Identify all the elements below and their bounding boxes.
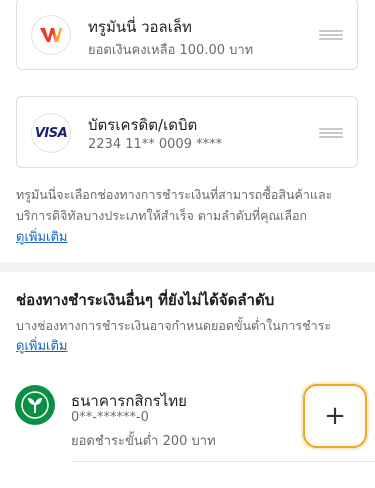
section-title: ช่องทางชำระเงินอื่นๆ ที่ยังไม่ได้จัดลำดั… bbox=[16, 291, 275, 309]
credit-card-title: บัตรเครดิต/เดบิต bbox=[88, 116, 198, 134]
section-description: บางช่องทางการชำระเงินอาจกำหนดยอดขั้นต่ำใ… bbox=[16, 318, 332, 333]
bank-min-payment: ยอดชำระขั้นต่ำ 200 บาท bbox=[71, 434, 216, 449]
section-divider bbox=[0, 262, 375, 272]
wallet-payment-card[interactable]: ทรูมันนี่ วอลเล็ท ยอดเงินคงเหลือ 100.00 … bbox=[16, 0, 358, 70]
kbank-leaf-icon bbox=[21, 391, 49, 419]
wallet-balance: ยอดเงินคงเหลือ 100.00 บาท bbox=[88, 43, 254, 58]
divider bbox=[71, 461, 375, 462]
see-more-link[interactable]: ดูเพิ่มเติม bbox=[16, 335, 67, 356]
see-more-link[interactable]: ดูเพิ่มเติม bbox=[16, 226, 67, 247]
visa-logo: VISA bbox=[31, 113, 71, 153]
plus-icon: + bbox=[307, 388, 363, 444]
visa-logo-text: VISA bbox=[34, 125, 68, 141]
add-payment-button[interactable]: + bbox=[303, 384, 367, 448]
credit-card-number: 2234 11** 0009 **** bbox=[88, 137, 223, 152]
drag-handle-icon[interactable] bbox=[319, 128, 343, 138]
truemoney-logo-icon bbox=[40, 28, 62, 42]
payment-order-info: ทรูมันนี่จะเลือกช่องทางการชำระเงินที่สาม… bbox=[16, 187, 333, 223]
bank-account-number: 0**-******-0 bbox=[71, 410, 149, 425]
credit-card-payment-card[interactable]: VISA บัตรเครดิต/เดบิต 2234 11** 0009 ***… bbox=[16, 96, 358, 168]
kasikorn-bank-logo bbox=[15, 385, 55, 425]
wallet-title: ทรูมันนี่ วอลเล็ท bbox=[88, 18, 192, 36]
truemoney-wallet-logo bbox=[31, 15, 71, 55]
drag-handle-icon[interactable] bbox=[319, 30, 343, 40]
